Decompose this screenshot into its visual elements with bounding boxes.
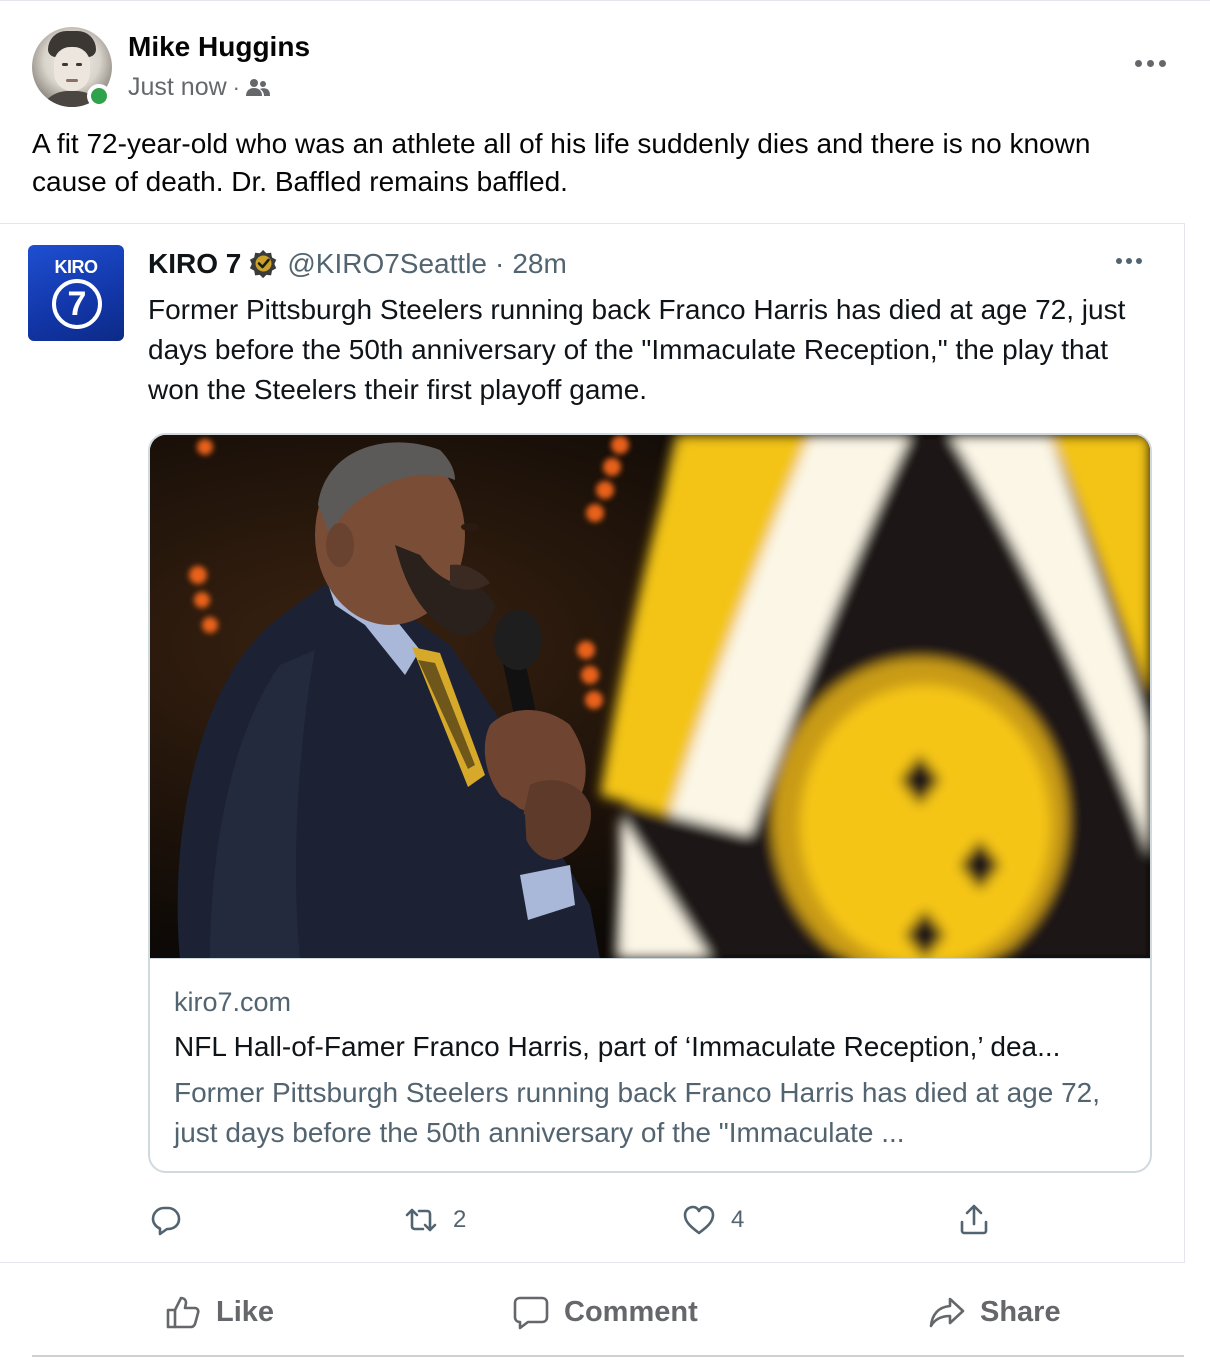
tweet-time[interactable]: 28m xyxy=(512,248,566,280)
post-action-bar: Like Comment Share xyxy=(32,1275,1184,1357)
post-text: A fit 72-year-old who was an athlete all… xyxy=(32,128,1091,197)
comment-label: Comment xyxy=(564,1295,698,1328)
facebook-post: Mike Huggins Just now · A fit 72-year-ol… xyxy=(0,0,1210,1360)
author-name[interactable]: Mike Huggins xyxy=(128,31,310,63)
tweet-action-bar: 2 4 xyxy=(148,1202,1152,1238)
tweet-reply-button[interactable] xyxy=(148,1202,198,1238)
kiro7-logo: KIRO 7 xyxy=(28,245,124,341)
article-photo[interactable] xyxy=(150,435,1150,959)
article-photo-image xyxy=(150,435,1150,958)
tweet-options-icon[interactable] xyxy=(1116,258,1142,264)
card-domain: kiro7.com xyxy=(174,987,292,1017)
heart-icon xyxy=(683,1205,715,1235)
tweet-share-button[interactable] xyxy=(956,1202,992,1238)
tweet-text: Former Pittsburgh Steelers running back … xyxy=(148,294,1126,405)
retweet-icon xyxy=(405,1208,437,1232)
post-timestamp[interactable]: Just now xyxy=(128,73,227,102)
upload-share-icon xyxy=(960,1204,988,1235)
share-button[interactable]: Share xyxy=(928,1293,1061,1331)
card-description: Former Pittsburgh Steelers running back … xyxy=(174,1077,1101,1148)
tweet-like-button[interactable]: 4 xyxy=(681,1202,744,1238)
retweet-count: 2 xyxy=(453,1206,467,1233)
comment-button[interactable]: Comment xyxy=(512,1293,698,1331)
share-label: Share xyxy=(980,1295,1061,1328)
like-label: Like xyxy=(216,1295,275,1328)
meta-separator: · xyxy=(232,74,240,100)
post-options-icon[interactable] xyxy=(1130,49,1170,77)
tweet-retweet-button[interactable]: 2 xyxy=(403,1202,466,1238)
reply-icon xyxy=(151,1206,181,1236)
comment-icon xyxy=(513,1296,549,1330)
thumbs-up-icon xyxy=(166,1296,200,1329)
tweet-embed[interactable]: KIRO 7 KIRO 7 @KIRO7Seattle · 28m Former… xyxy=(0,223,1185,1263)
online-status-indicator xyxy=(87,84,111,108)
tweet-author-name[interactable]: KIRO 7 xyxy=(148,248,241,280)
link-preview-card[interactable]: kiro7.com NFL Hall-of-Famer Franco Harri… xyxy=(148,433,1152,1173)
tweet-header: KIRO 7 @KIRO7Seattle · 28m xyxy=(148,248,567,280)
tweet-handle[interactable]: @KIRO7Seattle xyxy=(287,248,487,280)
like-button[interactable]: Like xyxy=(164,1293,274,1331)
card-title[interactable]: NFL Hall-of-Famer Franco Harris, part of… xyxy=(174,1031,1134,1063)
verified-badge-icon xyxy=(250,249,277,279)
post-meta: Just now · xyxy=(128,73,270,102)
like-count: 4 xyxy=(731,1206,745,1233)
friends-icon[interactable] xyxy=(246,78,270,98)
share-arrow-icon xyxy=(929,1297,965,1328)
tweet-meta-separator: · xyxy=(494,248,505,279)
